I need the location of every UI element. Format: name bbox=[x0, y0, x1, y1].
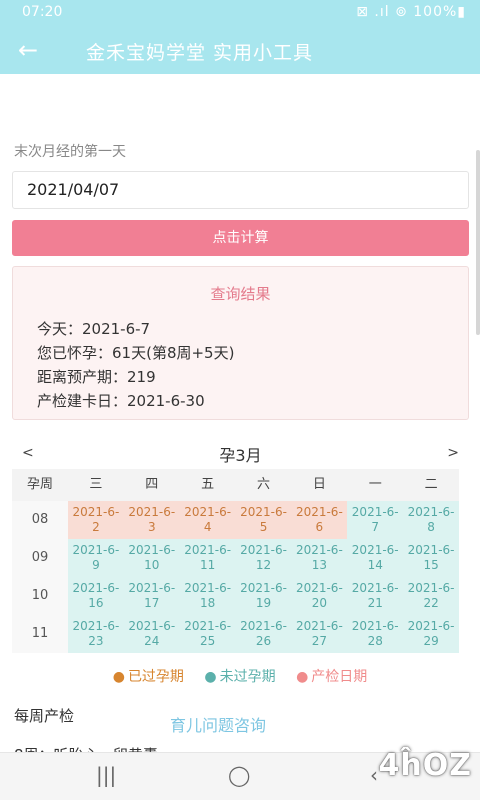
legend-past-dot: ● bbox=[112, 669, 125, 685]
day-header: 五 bbox=[201, 477, 215, 492]
week-number: 11 bbox=[12, 615, 68, 653]
calendar-day-cell[interactable]: 2021-6- 12 bbox=[235, 539, 292, 577]
result-due-countdown: 距离预产期：219 bbox=[37, 368, 156, 386]
legend-checkup-dot: ● bbox=[296, 669, 309, 685]
scrollbar[interactable] bbox=[476, 150, 480, 335]
calendar-week-row: 08 2021-6- 2 2021-6- 3 2021-6- 4 2021-6- 5 20… bbox=[12, 501, 460, 539]
calendar-day-cell[interactable]: 2021-6- 27 bbox=[291, 615, 348, 653]
day-header: 三 bbox=[89, 477, 103, 492]
back-arrow-icon[interactable]: ← bbox=[18, 36, 46, 64]
result-checkup-date: 产检建卡日：2021-6-30 bbox=[37, 392, 205, 410]
result-pregnant-days: 您已怀孕：61天(第8周+5天) bbox=[37, 344, 235, 362]
calendar-day-cell[interactable]: 2021-6- 18 bbox=[179, 577, 236, 615]
calendar-month-title: 孕3月 bbox=[219, 446, 262, 465]
legend-checkup: ● 产检日期 bbox=[296, 669, 368, 685]
calendar-day-cell[interactable]: 2021-6- 2 bbox=[68, 501, 124, 539]
back-icon[interactable]: ‹ bbox=[370, 763, 378, 787]
calendar-day-cell[interactable]: 2021-6- 21 bbox=[347, 577, 404, 615]
calendar-day-cell[interactable]: 2021-6- 9 bbox=[68, 539, 124, 577]
calendar-day-cell[interactable]: 2021-6- 14 bbox=[347, 539, 404, 577]
calendar-day-cell[interactable]: 2021-6- 17 bbox=[123, 577, 180, 615]
calendar-day-cell[interactable]: 2021-6- 3 bbox=[123, 501, 180, 539]
calendar-day-cell[interactable]: 2021-6- 16 bbox=[68, 577, 124, 615]
recent-apps-icon[interactable]: ||| bbox=[96, 763, 116, 787]
week-number: 09 bbox=[12, 539, 68, 577]
home-icon[interactable]: ◯ bbox=[228, 763, 250, 787]
result-title: 查询结果 bbox=[210, 285, 271, 303]
calendar-day-cell[interactable]: 2021-6- 7 bbox=[347, 501, 404, 539]
calendar-legend: ● 已过孕期 ● 未过孕期 ● 产检日期 bbox=[0, 666, 480, 686]
calendar-day-cell[interactable]: 2021-6- 4 bbox=[179, 501, 236, 539]
next-month-button[interactable]: > bbox=[447, 445, 459, 461]
page-title: 金禾宝妈学堂 实用小工具 bbox=[86, 42, 314, 64]
week-number: 08 bbox=[12, 501, 68, 539]
weekly-checkup-title: 每周产检 bbox=[14, 707, 75, 725]
week-column-header: 孕周 bbox=[26, 477, 53, 492]
legend-future: ● 未过孕期 bbox=[204, 669, 276, 685]
calendar-day-cell[interactable]: 2021-6- 25 bbox=[179, 615, 236, 653]
calendar-day-cell[interactable]: 2021-6- 19 bbox=[235, 577, 292, 615]
consult-watermark: 育儿问题咨询 bbox=[170, 716, 267, 735]
last-period-label: 末次月经的第一天 bbox=[14, 144, 126, 160]
calendar-day-cell[interactable]: 2021-6- 15 bbox=[403, 539, 460, 577]
day-header: 六 bbox=[257, 477, 271, 492]
app-bar: ← 金禾宝妈学堂 实用小工具 bbox=[0, 26, 480, 74]
calendar-day-cell[interactable]: 2021-6- 11 bbox=[179, 539, 236, 577]
calendar-day-cell[interactable]: 2021-6- 22 bbox=[403, 577, 460, 615]
calendar-day-cell[interactable]: 2021-6- 6 bbox=[291, 501, 348, 539]
legend-past: ● 已过孕期 bbox=[112, 669, 184, 685]
day-header: 日 bbox=[312, 477, 326, 492]
last-period-date-field[interactable]: 2021/04/07 bbox=[12, 171, 469, 209]
calendar-day-cell[interactable]: 2021-6- 13 bbox=[291, 539, 348, 577]
legend-future-dot: ● bbox=[204, 669, 217, 685]
calendar-day-cell[interactable]: 2021-6- 5 bbox=[235, 501, 292, 539]
day-header: 四 bbox=[145, 477, 159, 492]
day-header: 一 bbox=[368, 477, 382, 492]
calendar-day-cell[interactable]: 2021-6- 28 bbox=[347, 615, 404, 653]
week-number: 10 bbox=[12, 577, 68, 615]
site-logo-watermark: 4ĥOZ bbox=[378, 748, 472, 783]
calendar-week-row: 10 2021-6- 16 2021-6- 17 2021-6- 18 2021-6- … bbox=[12, 577, 460, 615]
calendar-day-cell[interactable]: 2021-6- 23 bbox=[68, 615, 124, 653]
calendar-day-cell[interactable]: 2021-6- 29 bbox=[403, 615, 460, 653]
calendar-day-cell[interactable]: 2021-6- 20 bbox=[291, 577, 348, 615]
status-bar: 07:20 ⊠ .ıl ⊚ 100%▮ bbox=[0, 0, 480, 26]
result-today: 今天：2021-6-7 bbox=[37, 320, 151, 338]
status-time: 07:20 bbox=[22, 4, 63, 20]
calendar-header: 孕周 三 四 五 六 日 一 二 bbox=[12, 469, 459, 501]
calendar-day-cell[interactable]: 2021-6- 24 bbox=[123, 615, 180, 653]
result-panel: 查询结果 今天：2021-6-7 您已怀孕：61天(第8周+5天) 距离预产期：… bbox=[12, 266, 469, 420]
calendar-day-cell[interactable]: 2021-6- 26 bbox=[235, 615, 292, 653]
pregnancy-calendar: 孕周 三 四 五 六 日 一 二 08 2021-6- 2 2021-6- 3 202… bbox=[12, 469, 460, 653]
calendar-day-cell[interactable]: 2021-6- 10 bbox=[123, 539, 180, 577]
calendar-week-row: 11 2021-6- 23 2021-6- 24 2021-6- 25 2021-6- … bbox=[12, 615, 460, 653]
status-icons: ⊠ .ıl ⊚ 100%▮ bbox=[356, 4, 466, 20]
calendar-week-row: 09 2021-6- 9 2021-6- 10 2021-6- 11 2021-6- 1… bbox=[12, 539, 460, 577]
day-header: 二 bbox=[424, 477, 438, 492]
calendar-nav: < 孕3月 > bbox=[12, 441, 469, 469]
calculate-button[interactable]: 点击计算 bbox=[12, 220, 469, 256]
calendar-day-cell[interactable]: 2021-6- 8 bbox=[403, 501, 460, 539]
